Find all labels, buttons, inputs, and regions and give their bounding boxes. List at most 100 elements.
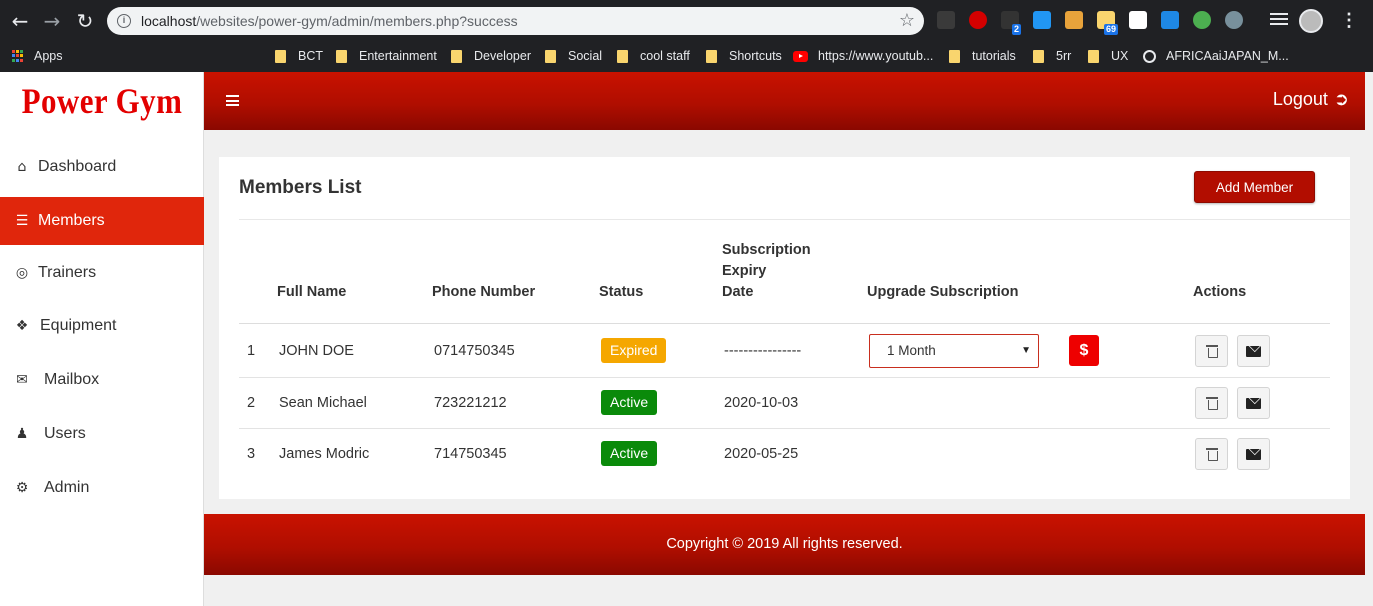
sidebar-item-admin[interactable]: ⚙ Admin (0, 464, 204, 512)
back-icon[interactable]: ← (7, 8, 33, 34)
delete-button[interactable] (1195, 335, 1228, 367)
bookmark-folder[interactable]: Entertainment (336, 47, 437, 65)
sidebar-item-mailbox[interactable]: ✉ Mailbox (0, 356, 204, 404)
url-text[interactable]: localhost/websites/power-gym/admin/membe… (141, 13, 518, 29)
top-header: Logout ➲ (204, 72, 1365, 130)
sidebar-item-label: Dashboard (38, 158, 117, 175)
gear-icon: ⚙ (15, 480, 29, 496)
folder-icon (545, 49, 556, 63)
cloud-extension-icon[interactable] (1225, 11, 1243, 29)
todo-extension-icon[interactable] (1161, 11, 1179, 29)
extension-badge: 2 (1012, 24, 1022, 35)
row-number: 3 (247, 446, 256, 462)
row-divider (239, 428, 1330, 429)
delete-button[interactable] (1195, 387, 1228, 419)
column-header-phone: Phone Number (432, 284, 536, 300)
members-card: Members List Add Member Full Name Phone … (219, 157, 1350, 499)
bookmark-folder[interactable]: cool staff (617, 47, 690, 65)
member-name: Sean Michael (279, 395, 367, 411)
browser-toolbar: ← → ↻ i localhost/websites/power-gym/adm… (0, 0, 1373, 41)
expiry-date: 2020-05-25 (724, 446, 799, 462)
delete-button[interactable] (1195, 438, 1228, 470)
window-extension-icon[interactable] (1033, 11, 1051, 29)
menu-icon[interactable]: ⋮ (1340, 8, 1358, 32)
folder-icon (617, 49, 628, 63)
expiry-date: 2020-10-03 (724, 395, 799, 411)
hamburger-icon[interactable] (226, 95, 239, 106)
info-icon[interactable]: i (117, 14, 131, 28)
bookmark-folder[interactable]: Shortcuts (706, 47, 782, 65)
table-header-divider (239, 323, 1330, 324)
sign-out-icon: ➲ (1333, 89, 1349, 110)
status-badge: Active (601, 390, 658, 415)
bookmark-youtube[interactable]: https://www.youtub... (793, 47, 933, 65)
member-phone: 0714750345 (434, 343, 515, 359)
trash-icon (1205, 448, 1218, 461)
logout-button[interactable]: Logout ➲ (1273, 89, 1349, 110)
bookmark-star-icon[interactable]: ☆ (899, 10, 915, 31)
sidebar-item-trainers[interactable]: ◎ Trainers (0, 249, 204, 297)
envelope-icon (1246, 448, 1261, 460)
address-bar[interactable]: i localhost/websites/power-gym/admin/mem… (107, 7, 924, 35)
add-member-button[interactable]: Add Member (1194, 171, 1315, 203)
column-header-full-name: Full Name (277, 284, 347, 300)
sidebar-item-users[interactable]: ♟ Users (0, 410, 204, 458)
java-extension-icon[interactable] (937, 11, 955, 29)
sidebar: Power Gym ⌂ Dashboard ☰ Members ◎ Traine… (0, 72, 204, 606)
adblock-extension-icon[interactable] (969, 11, 987, 29)
sublime-extension-icon[interactable] (1065, 11, 1083, 29)
bookmark-folder[interactable]: BCT (275, 47, 323, 65)
sidebar-item-members[interactable]: ☰ Members (0, 197, 204, 245)
profile-avatar[interactable] (1299, 9, 1323, 33)
bookmark-folder[interactable]: tutorials (949, 47, 1016, 65)
sidebar-item-dashboard[interactable]: ⌂ Dashboard (0, 143, 204, 191)
sidebar-item-label: Admin (44, 479, 90, 496)
member-phone: 723221212 (434, 395, 507, 411)
extension-badge: 69 (1104, 24, 1119, 35)
expiry-date: ---------------- (724, 343, 802, 359)
subscription-select[interactable]: 1 Month ▼ (869, 334, 1039, 368)
youtube-icon (793, 50, 808, 62)
browser-chrome: ← → ↻ i localhost/websites/power-gym/adm… (0, 0, 1373, 102)
bookmark-folder[interactable]: Social (545, 47, 602, 65)
upgrade-pay-button[interactable]: $ (1069, 335, 1099, 366)
media-queue-icon[interactable] (1270, 13, 1288, 27)
sidebar-item-equipment[interactable]: ❖ Equipment (0, 302, 204, 350)
envelope-icon (1246, 397, 1261, 409)
bookmark-apps[interactable]: Apps (12, 47, 63, 65)
brand-logo[interactable]: Power Gym (14, 80, 189, 122)
folder-icon (949, 49, 960, 63)
life-ring-icon: ◎ (15, 265, 29, 281)
folder-icon (1033, 49, 1044, 63)
message-button[interactable] (1237, 438, 1270, 470)
row-number: 1 (247, 343, 256, 359)
bookmark-folder[interactable]: Developer (451, 47, 531, 65)
bookmark-folder[interactable]: 5rr (1033, 47, 1071, 65)
reload-icon[interactable]: ↻ (72, 8, 98, 34)
divider (239, 219, 1350, 220)
footer: Copyright © 2019 All rights reserved. (204, 514, 1365, 575)
envelope-icon (1246, 345, 1261, 357)
member-name: James Modric (279, 446, 370, 462)
bookmark-folder[interactable]: UX (1088, 47, 1128, 65)
folder-icon (451, 49, 462, 63)
wikipedia-extension-icon[interactable] (1129, 11, 1147, 29)
page-title: Members List (239, 177, 362, 198)
message-button[interactable] (1237, 387, 1270, 419)
trash-icon (1205, 345, 1218, 358)
logout-label: Logout (1272, 89, 1328, 109)
globe-extension-icon[interactable] (1193, 11, 1211, 29)
column-header-expiry: Subscription Expiry Date (722, 242, 811, 300)
copyright-text: Copyright © 2019 All rights reserved. (666, 536, 903, 552)
bookmarks-bar: Apps BCT Entertainment Developer Social … (0, 41, 1373, 102)
bookmark-site[interactable]: AFRICAaiJAPAN_M... (1143, 47, 1289, 65)
forward-icon[interactable]: → (39, 8, 65, 34)
column-header-status: Status (599, 284, 644, 300)
message-button[interactable] (1237, 335, 1270, 367)
folder-icon (706, 49, 717, 63)
folder-icon (275, 49, 286, 63)
list-icon: ☰ (15, 213, 29, 229)
column-header-upgrade: Upgrade Subscription (867, 284, 1019, 300)
tags-icon: ❖ (15, 318, 29, 334)
row-number: 2 (247, 395, 256, 411)
